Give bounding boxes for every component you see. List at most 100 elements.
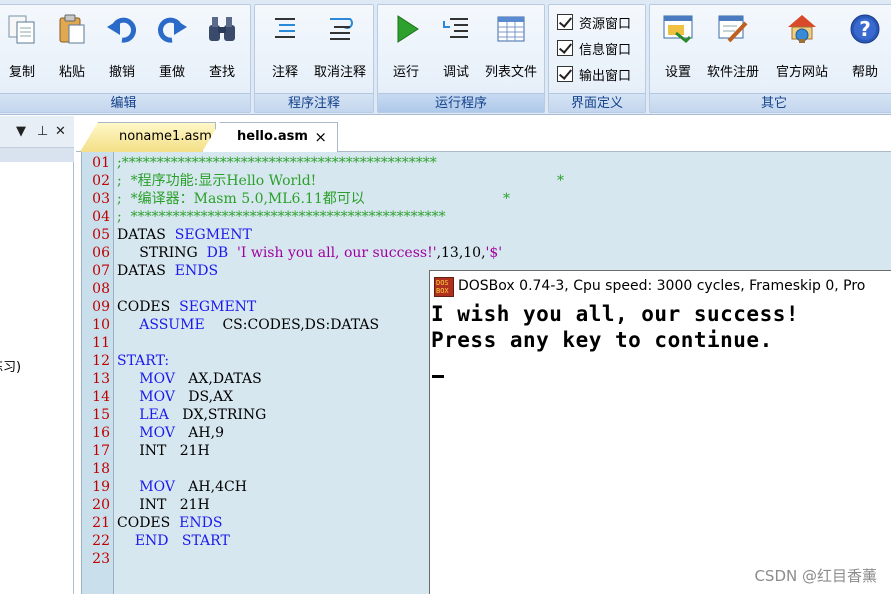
register-button[interactable]: 软件注册 (707, 11, 759, 80)
line-number: 14 (92, 389, 110, 405)
line-number: 12 (92, 353, 110, 369)
website-button[interactable]: 官方网站 (776, 11, 828, 80)
svg-text:?: ? (859, 17, 871, 41)
code-line: INT 21H (139, 443, 210, 459)
output-window-checkbox[interactable]: 输出窗口 (557, 63, 647, 85)
resource-window-checkbox[interactable]: 资源窗口 (557, 11, 647, 33)
settings-window-icon (663, 15, 693, 44)
resource-tree-item[interactable]: 练习) (0, 356, 74, 375)
copy-icon (8, 15, 35, 44)
debug-label: 调试 (442, 65, 469, 80)
checkbox-checked[interactable] (557, 14, 573, 30)
uncomment-button[interactable]: 取消注释 (314, 11, 366, 80)
checkbox-checked[interactable] (557, 40, 573, 56)
line-number: 21 (92, 515, 110, 531)
code-line: CODES SEGMENT (117, 299, 257, 315)
group-edit-label: 编辑 (0, 93, 250, 112)
group-other-label: 其它 (650, 93, 891, 112)
redo-button[interactable]: 重做 (147, 11, 197, 80)
dosbox-title: DOSBox 0.74-3, Cpu speed: 3000 cycles, F… (458, 278, 866, 294)
help-label: 帮助 (851, 65, 878, 80)
listing-file-button[interactable]: 列表文件 (485, 11, 537, 80)
group-view-label: 界面定义 (549, 93, 645, 112)
resource-panel-header: ▼ ⊥ ✕ (0, 116, 74, 148)
code-line: CODES ENDS (117, 515, 223, 531)
debug-button[interactable]: 调试 (431, 11, 481, 80)
tab-label: noname1.asm (119, 129, 212, 144)
resource-panel: ▼ ⊥ ✕ 练习) (0, 116, 74, 594)
find-button[interactable]: 查找 (197, 11, 247, 80)
register-pen-icon (718, 15, 748, 43)
comment-button[interactable]: 注释 (260, 11, 310, 80)
settings-label: 设置 (664, 65, 691, 80)
checkbox-checked[interactable] (557, 66, 573, 82)
tab-hello[interactable]: hello.asm × (202, 122, 338, 152)
code-line: ;***************************************… (117, 155, 437, 171)
document-tabs: noname1.asm hello.asm × (76, 116, 891, 152)
line-number: 11 (92, 335, 110, 351)
line-number: 09 (92, 299, 110, 315)
undo-button[interactable]: 撤销 (97, 11, 147, 80)
line-number: 19 (92, 479, 110, 495)
tab-label: hello.asm (237, 129, 308, 144)
ribbon-toolbar: 复制 粘贴 撤销 重做 查找 编辑 注释 取消注释 程序注释 运行 调试 列表文… (0, 0, 891, 115)
help-icon: ? (850, 14, 880, 44)
resource-window-label: 资源窗口 (579, 17, 632, 32)
line-number: 22 (92, 533, 110, 549)
pin-icon[interactable]: ⊥ (37, 124, 48, 139)
line-number-gutter: 01 02 03 04 05 06 07 08 09 10 11 12 13 14 15 16 17 18 19 20… (82, 152, 114, 594)
code-line: * (557, 173, 564, 189)
group-edit: 复制 粘贴 撤销 重做 查找 编辑 (0, 4, 251, 113)
line-number: 20 (92, 497, 110, 513)
line-number: 13 (92, 371, 110, 387)
code-line: DATAS SEGMENT (117, 227, 252, 243)
info-window-checkbox[interactable]: 信息窗口 (557, 37, 647, 59)
line-number: 23 (92, 551, 110, 567)
settings-button[interactable]: 设置 (653, 11, 703, 80)
line-number: 08 (92, 281, 110, 297)
paste-button[interactable]: 粘贴 (47, 11, 97, 80)
play-icon (397, 15, 419, 43)
register-label: 软件注册 (706, 65, 759, 80)
run-button[interactable]: 运行 (381, 11, 431, 80)
copy-button[interactable]: 复制 (0, 11, 47, 80)
code-line: MOV AH,4CH (139, 479, 247, 495)
dosbox-window[interactable]: DOSBox 0.74-3, Cpu speed: 3000 cycles, F… (429, 270, 891, 594)
line-number: 18 (92, 461, 110, 477)
code-line: END START (134, 533, 230, 549)
code-line: MOV DS,AX (139, 389, 234, 405)
code-line: ; **************************************… (117, 209, 446, 225)
group-comment: 注释 取消注释 程序注释 (254, 4, 374, 113)
dos-output-line: I wish you all, our success! (431, 302, 800, 326)
line-number: 15 (92, 407, 110, 423)
code-line: MOV AX,DATAS (139, 371, 262, 387)
close-tab-icon[interactable]: × (314, 123, 327, 151)
line-number: 04 (92, 209, 110, 225)
dosbox-title-bar[interactable]: DOSBox 0.74-3, Cpu speed: 3000 cycles, F… (430, 271, 891, 302)
undo-icon (107, 17, 136, 43)
line-number: 07 (92, 263, 110, 279)
tab-noname1[interactable]: noname1.asm (80, 122, 216, 152)
line-number: 01 (92, 155, 110, 171)
code-line: STRING DB 'I wish you all, our success!'… (117, 245, 503, 261)
group-comment-label: 程序注释 (255, 93, 373, 112)
debug-icon (443, 18, 468, 38)
resource-panel-subheader (0, 148, 74, 162)
info-window-label: 信息窗口 (579, 43, 632, 58)
dosbox-logo-icon (434, 277, 454, 297)
close-icon[interactable]: ✕ (55, 124, 66, 139)
code-line: LEA DX,STRING (139, 407, 267, 423)
group-run-label: 运行程序 (378, 93, 544, 112)
group-other: 设置 软件注册 官方网站 ? 帮助 其它 (649, 4, 891, 113)
dos-cursor (432, 375, 444, 378)
code-line: INT 21H (139, 497, 210, 513)
comment-label: 注释 (271, 65, 298, 80)
redo-icon (158, 17, 187, 43)
dropdown-icon[interactable]: ▼ (16, 124, 26, 139)
line-number: 10 (92, 317, 110, 333)
code-line: DATAS ENDS (117, 263, 219, 279)
dos-output-line: Press any key to continue. (431, 328, 773, 352)
comment-lines-icon (275, 18, 295, 38)
help-button[interactable]: ? 帮助 (840, 11, 890, 80)
line-number: 05 (92, 227, 110, 243)
